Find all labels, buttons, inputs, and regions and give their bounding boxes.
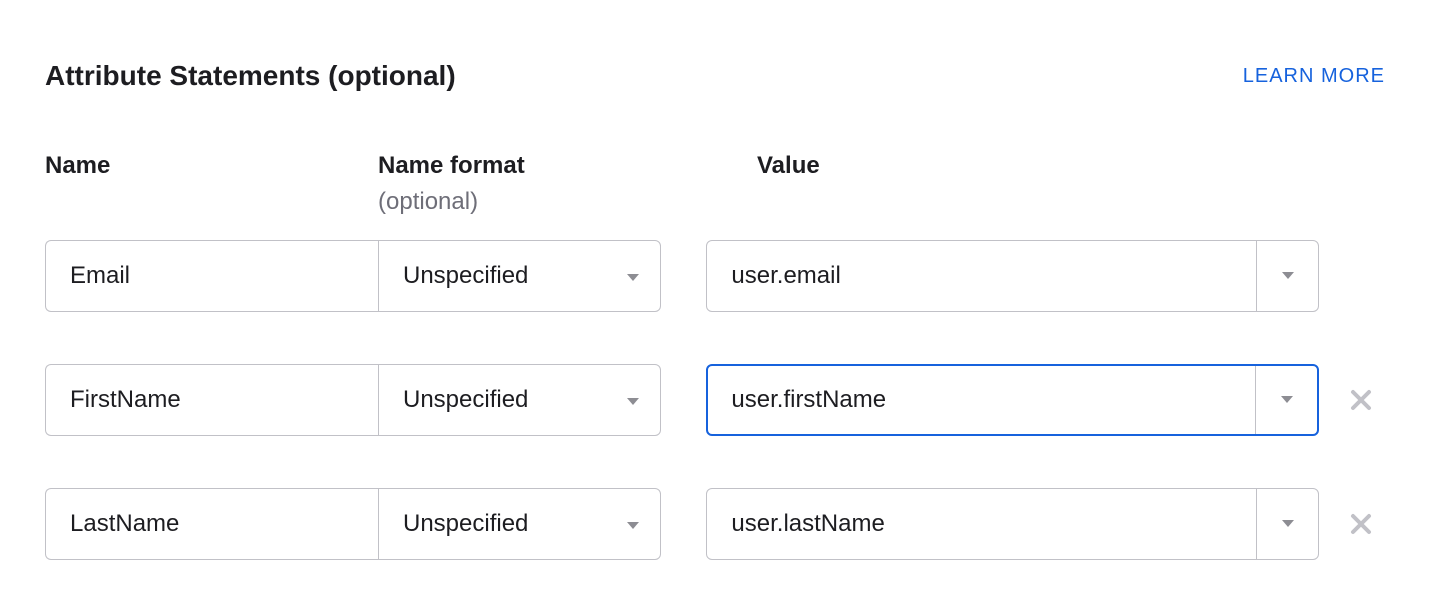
value-caret-box	[1256, 489, 1318, 559]
chevron-down-icon	[626, 262, 640, 290]
section-title: Attribute Statements (optional)	[45, 60, 456, 92]
attribute-name-input[interactable]	[45, 488, 378, 560]
chevron-down-icon	[626, 386, 640, 414]
chevron-down-icon	[626, 397, 640, 407]
attribute-value-text: user.lastName	[707, 489, 1256, 559]
attribute-name-input[interactable]	[45, 364, 378, 436]
columns-header: Name Name format (optional) Value	[45, 152, 1385, 216]
column-header-format: Name format (optional)	[378, 152, 711, 216]
attribute-value-select[interactable]: user.firstName	[706, 364, 1319, 436]
section-header: Attribute Statements (optional) LEARN MO…	[45, 60, 1385, 92]
attribute-value-text: user.firstName	[708, 366, 1255, 434]
attribute-row: Unspecified user.email	[45, 240, 1385, 312]
attribute-name-input[interactable]	[45, 240, 378, 312]
name-format-value: Unspecified	[403, 510, 528, 538]
column-gap	[711, 152, 757, 216]
remove-row-button[interactable]	[1337, 376, 1385, 424]
remove-row-button[interactable]	[1337, 500, 1385, 548]
learn-more-link[interactable]: LEARN MORE	[1243, 65, 1385, 88]
name-format-select[interactable]: Unspecified	[378, 240, 661, 312]
column-header-format-sub: (optional)	[378, 188, 711, 216]
column-header-value: Value	[757, 152, 820, 216]
attribute-row: Unspecified user.firstName	[45, 364, 1385, 436]
chevron-down-icon	[1281, 519, 1295, 529]
name-format-select[interactable]: Unspecified	[378, 488, 661, 560]
value-caret-box	[1256, 241, 1318, 311]
chevron-down-icon	[626, 510, 640, 538]
attribute-value-select[interactable]: user.lastName	[706, 488, 1319, 560]
close-icon	[1349, 512, 1373, 536]
column-header-format-label: Name format	[378, 152, 711, 180]
chevron-down-icon	[1280, 395, 1294, 405]
attribute-rows: Unspecified user.email Unspecified user.fir…	[45, 240, 1385, 560]
chevron-down-icon	[626, 273, 640, 283]
attribute-value-text: user.email	[707, 241, 1256, 311]
name-format-select[interactable]: Unspecified	[378, 364, 661, 436]
attribute-value-select[interactable]: user.email	[706, 240, 1319, 312]
close-icon	[1349, 388, 1373, 412]
column-header-name: Name	[45, 152, 378, 216]
value-caret-box	[1255, 366, 1317, 434]
chevron-down-icon	[626, 521, 640, 531]
chevron-down-icon	[1281, 271, 1295, 281]
name-format-value: Unspecified	[403, 262, 528, 290]
name-format-value: Unspecified	[403, 386, 528, 414]
attribute-row: Unspecified user.lastName	[45, 488, 1385, 560]
